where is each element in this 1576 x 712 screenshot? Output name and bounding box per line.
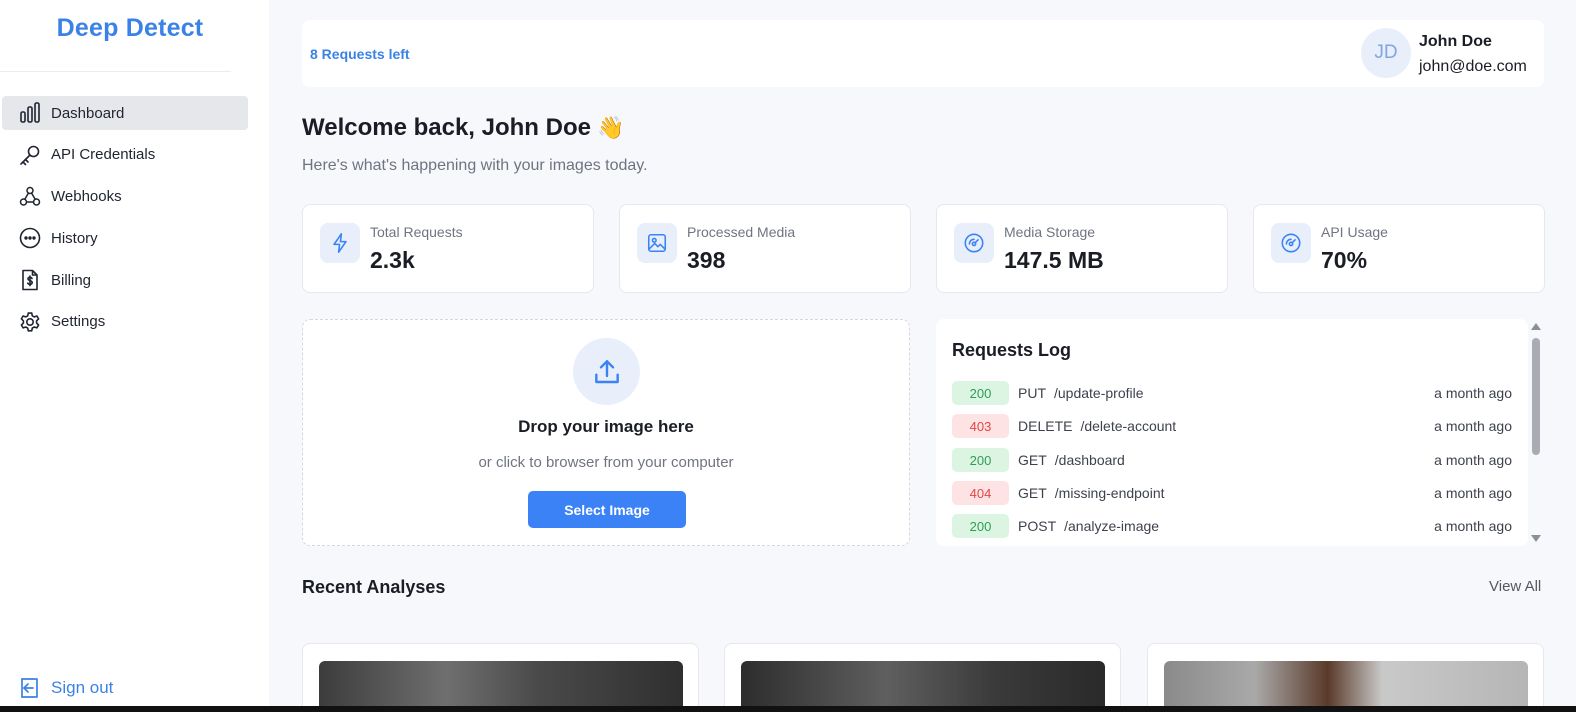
dropzone-title: Drop your image here xyxy=(518,417,694,436)
requests-log-panel: Requests Log 200 PUT /update-profile a m… xyxy=(936,319,1528,546)
stat-value: 147.5 MB xyxy=(1004,247,1104,273)
requests-left-indicator: 8 Requests left xyxy=(310,46,410,62)
image-icon xyxy=(637,223,677,263)
stat-value: 398 xyxy=(687,247,726,273)
sidebar-item-dashboard[interactable]: Dashboard xyxy=(2,96,248,130)
sidebar-item-label: Dashboard xyxy=(51,104,125,122)
ellipsis-circle-icon xyxy=(19,228,41,249)
user-email: john@doe.com xyxy=(1419,58,1527,75)
stat-card-media-storage: Media Storage 147.5 MB xyxy=(936,204,1228,293)
status-badge: 200 xyxy=(952,448,1009,472)
log-path: /missing-endpoint xyxy=(1054,485,1165,501)
stat-label: Total Requests xyxy=(370,224,463,240)
recent-analyses-title: Recent Analyses xyxy=(302,577,446,597)
status-badge: 404 xyxy=(952,481,1009,505)
log-time: a month ago xyxy=(1434,418,1512,434)
log-time: a month ago xyxy=(1434,452,1512,468)
analysis-card[interactable] xyxy=(1147,643,1544,706)
sidebar-item-settings[interactable]: Settings xyxy=(2,305,248,339)
log-method: DELETE xyxy=(1018,418,1073,434)
gauge-icon xyxy=(1271,223,1311,263)
sidebar-item-label: Settings xyxy=(51,313,106,331)
log-time: a month ago xyxy=(1434,385,1512,401)
welcome-text: Welcome back, John Doe xyxy=(302,114,591,141)
key-icon xyxy=(20,145,40,166)
image-dropzone[interactable]: Drop your image here or click to browser… xyxy=(302,319,910,546)
status-badge: 200 xyxy=(952,514,1009,538)
log-method: GET xyxy=(1018,452,1047,468)
window-bottom-border xyxy=(0,706,1576,712)
stat-value: 70% xyxy=(1321,247,1368,273)
analysis-thumbnail xyxy=(741,661,1105,706)
log-row: 403 DELETE /delete-account a month ago xyxy=(952,414,1512,438)
stat-label: Processed Media xyxy=(687,224,796,240)
log-method: GET xyxy=(1018,485,1047,501)
user-name: John Doe xyxy=(1419,33,1492,50)
webhook-icon xyxy=(19,186,41,206)
log-method: PUT xyxy=(1018,385,1046,401)
sign-out-button[interactable]: Sign out xyxy=(18,676,113,700)
sidebar-item-label: Webhooks xyxy=(51,188,122,206)
dropzone-subtitle: or click to browser from your computer xyxy=(478,454,734,471)
stat-card-total-requests: Total Requests 2.3k xyxy=(302,204,594,293)
log-time: a month ago xyxy=(1434,485,1512,501)
sidebar: Deep Detect Dashboard API Credentials We… xyxy=(0,0,269,706)
requests-log-title: Requests Log xyxy=(952,340,1072,360)
waving-hand-icon: 👋 xyxy=(596,115,625,140)
lightning-icon xyxy=(320,223,360,263)
sidebar-item-api-credentials[interactable]: API Credentials xyxy=(2,138,248,172)
gauge-icon xyxy=(954,223,994,263)
log-row: 404 GET /missing-endpoint a month ago xyxy=(952,481,1512,505)
sidebar-item-billing[interactable]: Billing xyxy=(2,263,248,297)
sidebar-item-label: API Credentials xyxy=(51,146,156,164)
stat-label: Media Storage xyxy=(1004,224,1096,240)
sidebar-item-webhooks[interactable]: Webhooks xyxy=(2,180,248,214)
log-path: /delete-account xyxy=(1080,418,1177,434)
log-path: /analyze-image xyxy=(1064,518,1160,534)
stat-value: 2.3k xyxy=(370,247,415,273)
log-row: 200 GET /dashboard a month ago xyxy=(952,448,1512,472)
log-path: /update-profile xyxy=(1054,385,1144,401)
top-bar: 8 Requests left JD John Doe john@doe.com xyxy=(302,20,1544,87)
analysis-card[interactable] xyxy=(724,643,1121,706)
scroll-down-arrow-icon[interactable] xyxy=(1531,535,1541,542)
brand-logo[interactable]: Deep Detect xyxy=(0,14,260,43)
sidebar-nav: Dashboard API Credentials Webhooks Histo… xyxy=(2,96,248,347)
requests-log-scrollbar[interactable] xyxy=(1530,319,1543,546)
log-row: 200 PUT /update-profile a month ago xyxy=(952,381,1512,405)
status-badge: 200 xyxy=(952,381,1009,405)
stat-card-processed-media: Processed Media 398 xyxy=(619,204,911,293)
sidebar-divider xyxy=(0,71,231,72)
scroll-up-arrow-icon[interactable] xyxy=(1531,323,1541,330)
page-title: Welcome back, John Doe 👋 xyxy=(302,114,624,142)
upload-icon xyxy=(573,338,640,405)
analysis-thumbnail xyxy=(319,661,683,706)
sign-out-icon xyxy=(21,678,38,698)
invoice-dollar-icon xyxy=(22,269,38,291)
sidebar-item-label: Billing xyxy=(51,271,92,289)
sidebar-item-label: History xyxy=(51,229,98,247)
log-row: 200 POST /analyze-image a month ago xyxy=(952,514,1512,538)
gear-icon xyxy=(20,312,40,332)
status-badge: 403 xyxy=(952,414,1009,438)
sidebar-item-history[interactable]: History xyxy=(2,221,248,255)
page-subtitle: Here's what's happening with your images… xyxy=(302,157,648,174)
avatar[interactable]: JD xyxy=(1361,28,1411,78)
log-path: /dashboard xyxy=(1054,452,1125,468)
log-method: POST xyxy=(1018,518,1057,534)
scroll-thumb[interactable] xyxy=(1532,338,1540,455)
log-time: a month ago xyxy=(1434,518,1512,534)
view-all-link[interactable]: View All xyxy=(1489,578,1541,595)
select-image-button[interactable]: Select Image xyxy=(528,491,686,528)
stat-label: API Usage xyxy=(1321,224,1388,240)
analysis-card[interactable] xyxy=(302,643,699,706)
sign-out-label: Sign out xyxy=(51,678,114,697)
bar-chart-icon xyxy=(20,102,40,123)
analysis-thumbnail xyxy=(1164,661,1528,706)
stat-card-api-usage: API Usage 70% xyxy=(1253,204,1545,293)
